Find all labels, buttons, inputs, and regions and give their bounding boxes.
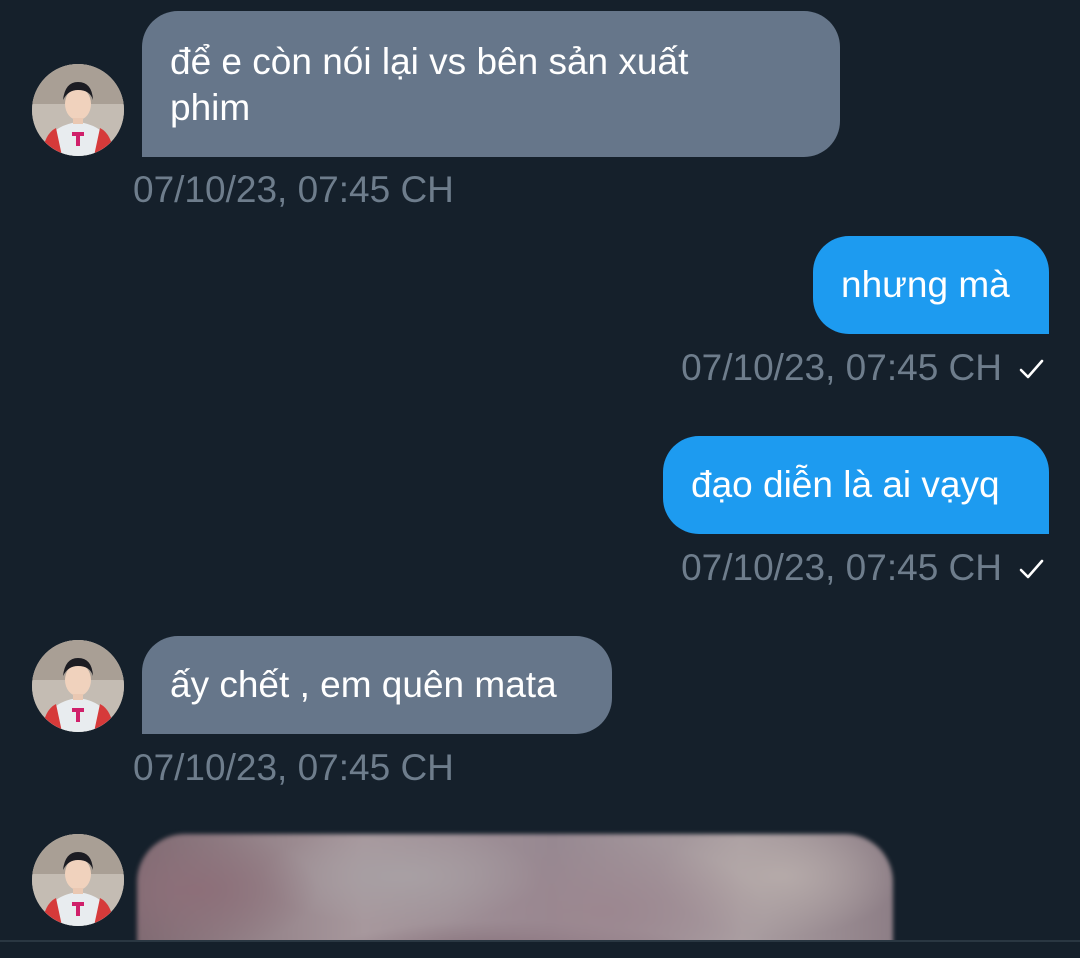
message-timestamp: 07/10/23, 07:45 CH <box>681 347 1002 388</box>
avatar-photo-icon <box>32 64 124 156</box>
message-text: ấy chết , em quên mata <box>170 664 557 705</box>
message-bubble-received[interactable]: ấy chết , em quên mata <box>142 636 612 734</box>
message-text: đạo diễn là ai vạyq <box>691 464 1000 505</box>
message-timestamp: 07/10/23, 07:45 CH <box>681 547 1002 588</box>
message-timestamp-row: 07/10/23, 07:45 CH <box>681 546 1046 594</box>
message-timestamp: 07/10/23, 07:45 CH <box>133 169 454 210</box>
message-bubble-sent[interactable]: đạo diễn là ai vạyq <box>663 436 1049 534</box>
message-bubble-received[interactable]: để e còn nói lại vs bên sản xuất phim <box>142 11 840 157</box>
message-timestamp-row: 07/10/23, 07:45 CH <box>681 346 1046 394</box>
dm-conversation[interactable]: để e còn nói lại vs bên sản xuất phim 07… <box>0 0 1080 940</box>
message-bubble-sent[interactable]: nhưng mà <box>813 236 1049 334</box>
contact-avatar[interactable] <box>32 640 124 732</box>
sent-check-icon <box>1016 350 1046 394</box>
message-text: nhưng mà <box>841 264 1010 305</box>
avatar-photo-icon <box>32 834 124 926</box>
blurred-image-message[interactable] <box>137 834 893 940</box>
contact-avatar[interactable] <box>32 64 124 156</box>
composer-divider <box>0 940 1080 958</box>
message-timestamp: 07/10/23, 07:45 CH <box>133 747 454 788</box>
contact-avatar[interactable] <box>32 834 124 926</box>
message-text: để e còn nói lại vs bên sản xuất phim <box>170 41 689 128</box>
sent-check-icon <box>1016 550 1046 594</box>
avatar-photo-icon <box>32 640 124 732</box>
